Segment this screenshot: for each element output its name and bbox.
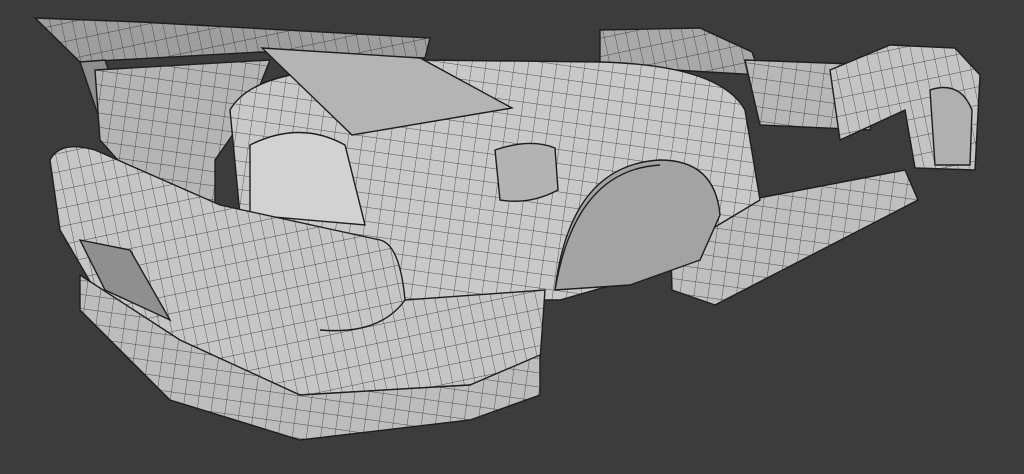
front-fender (829, 44, 981, 171)
viewport (0, 0, 1024, 474)
model-render (33, 17, 981, 441)
